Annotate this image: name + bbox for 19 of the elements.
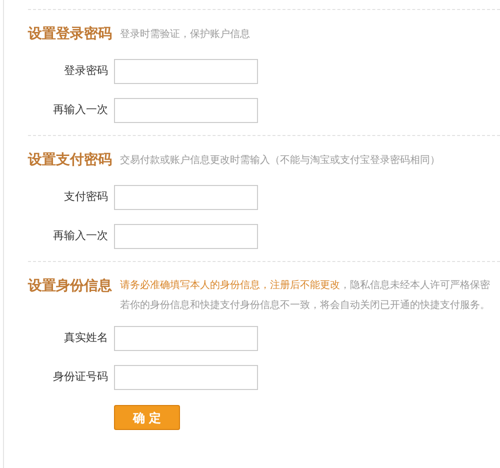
section-note: 请务必准确填写本人的身份信息，注册后不能更改，隐私信息未经本人许可严格保密 若你的身份信息和快捷支付身份信息不一致，将会自动关闭已开通的快捷支付服务。 — [120, 278, 490, 313]
field-label: 真实姓名 — [63, 330, 108, 346]
input-field[interactable] — [114, 365, 258, 390]
section-title: 设置身份信息 — [28, 277, 112, 296]
confirm-button[interactable]: 确 定 — [114, 405, 180, 430]
input-field[interactable] — [114, 224, 258, 249]
input-field[interactable] — [114, 98, 258, 123]
field-label: 登录密码 — [63, 63, 108, 80]
field-label: 身份证号码 — [52, 369, 108, 386]
section-note: 交易付款或账户信息更改时需输入（不能与淘宝或支付宝登录密码相同） — [120, 154, 440, 168]
section-note: 登录时需验证，保护账户信息 — [120, 28, 250, 42]
input-field[interactable] — [114, 326, 258, 351]
input-field[interactable] — [114, 59, 258, 84]
input-field[interactable] — [114, 185, 258, 210]
section-title: 设置支付密码 — [28, 150, 112, 170]
section-title: 设置登录密码 — [28, 24, 112, 44]
field-label: 再输入一次 — [52, 228, 108, 244]
field-label: 再输入一次 — [52, 102, 108, 118]
field-label: 支付密码 — [63, 189, 108, 206]
